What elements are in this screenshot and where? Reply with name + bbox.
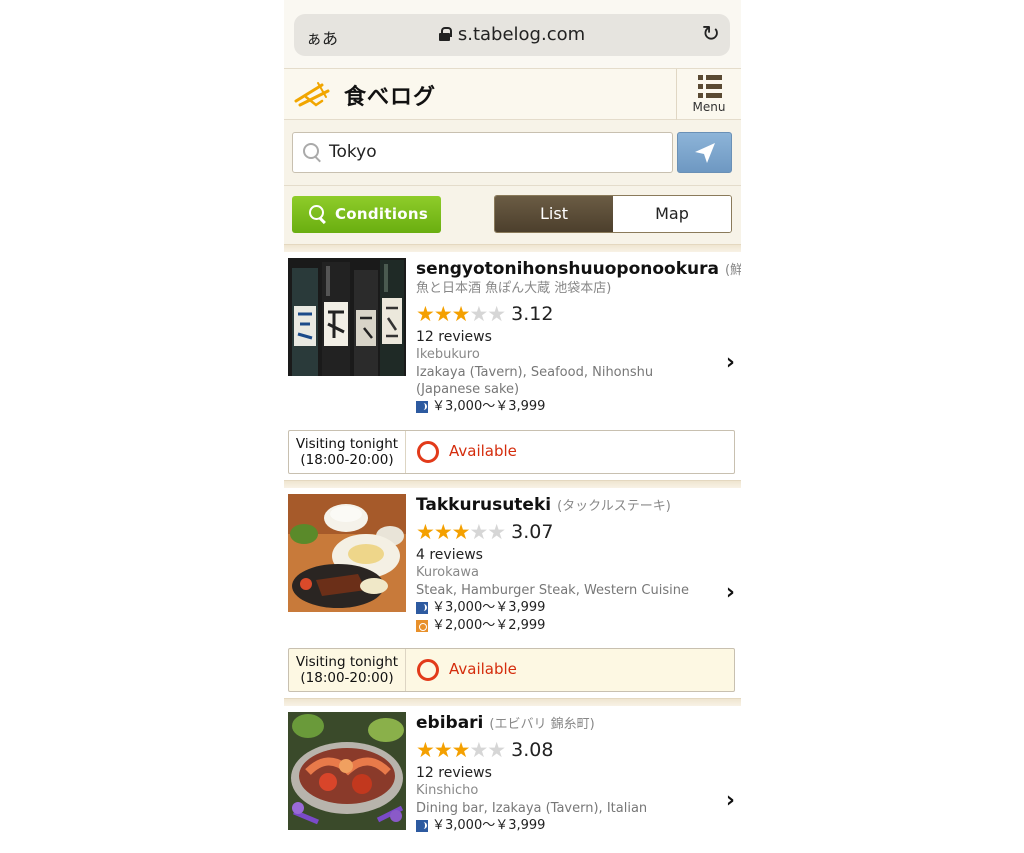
chopsticks-logo-icon [294, 82, 330, 107]
rating-score: 3.12 [511, 303, 554, 325]
lunch-price: ￥2,000～￥2,999 [416, 617, 711, 635]
dinner-price: ￥3,000～￥3,999 [416, 599, 711, 617]
visiting-time: Visiting tonight (18:00-20:00) [289, 431, 406, 473]
restaurant-name-jp: (エビバリ 錦糸町) [489, 717, 595, 732]
restaurant-photo-sake-bottles[interactable] [288, 258, 406, 376]
section-divider [284, 244, 741, 252]
url-display[interactable]: s.tabelog.com [294, 24, 730, 45]
restaurant-info: ebibari (エビバリ 錦糸町) ★★★★★ 3.08 12 reviews … [416, 714, 711, 835]
star-rating: ★★★★★ [416, 520, 506, 544]
restaurant-name[interactable]: Takkurusuteki [416, 495, 551, 515]
search-row: Tokyo [284, 120, 741, 186]
conditions-button[interactable]: Conditions [292, 196, 441, 233]
location-arrow-icon [695, 143, 715, 163]
rating-row: ★★★★★ 3.08 [416, 736, 711, 764]
star-rating: ★★★★★ [416, 302, 506, 326]
list-view-tab[interactable]: List [495, 196, 613, 232]
rating-score: 3.08 [511, 739, 554, 761]
url-text: s.tabelog.com [457, 24, 586, 45]
reload-icon[interactable]: ↻ [702, 22, 720, 47]
restaurant-area: Ikebukuro [416, 347, 480, 362]
app-header: 食べログ Menu [284, 68, 741, 120]
restaurant-name[interactable]: ebibari [416, 713, 483, 733]
dinner-price: ￥3,000～￥3,999 [416, 817, 711, 835]
phone-screen: ぁあ s.tabelog.com ↻ 食べログ Menu Tokyo Condi… [284, 0, 741, 853]
availability-box[interactable]: Visiting tonight (18:00-20:00) Available [288, 648, 735, 692]
review-count: 4 reviews [416, 547, 483, 563]
sun-icon [416, 620, 428, 632]
search-value: Tokyo [329, 142, 377, 162]
restaurant-card[interactable]: sengyotonihonshuuoponookura (鮮魚と日本酒 魚ぽん大蔵… [284, 252, 741, 480]
menu-button[interactable]: Menu [676, 69, 741, 120]
search-icon [309, 205, 327, 223]
tabelog-logo[interactable]: 食べログ [292, 77, 436, 113]
restaurant-genre: Dining bar, Izakaya (Tavern), Italian [416, 801, 648, 816]
restaurant-card[interactable]: Takkurusuteki (タックルステーキ) ★★★★★ 3.07 4 rev… [284, 488, 741, 698]
moon-icon [416, 401, 428, 413]
search-icon [303, 143, 323, 163]
search-input[interactable]: Tokyo [292, 132, 673, 173]
available-circle-icon [417, 441, 439, 463]
visiting-time: Visiting tonight (18:00-20:00) [289, 649, 406, 691]
rating-row: ★★★★★ 3.12 [416, 300, 711, 328]
restaurant-area: Kurokawa [416, 565, 479, 580]
restaurant-photo-seafood-platter[interactable] [288, 712, 406, 830]
section-divider [284, 698, 741, 706]
restaurant-card[interactable]: ebibari (エビバリ 錦糸町) ★★★★★ 3.08 12 reviews … [284, 706, 741, 853]
restaurant-name-jp: (タックルステーキ) [557, 499, 671, 514]
view-toggle: List Map [494, 195, 732, 233]
availability-box[interactable]: Visiting tonight (18:00-20:00) Available [288, 430, 735, 474]
rating-row: ★★★★★ 3.07 [416, 518, 711, 546]
review-count: 12 reviews [416, 329, 492, 345]
chevron-right-icon[interactable]: › [726, 788, 735, 813]
restaurant-name[interactable]: sengyotonihonshuuoponookura [416, 259, 719, 279]
restaurant-info: sengyotonihonshuuoponookura (鮮魚と日本酒 魚ぽん大蔵… [416, 260, 741, 416]
restaurant-photo-steak-plate[interactable] [288, 494, 406, 612]
rating-score: 3.07 [511, 521, 554, 543]
menu-list-icon [698, 75, 722, 99]
availability-status: Available [449, 660, 517, 678]
moon-icon [416, 820, 428, 832]
map-view-tab[interactable]: Map [613, 196, 731, 232]
dinner-price: ￥3,000～￥3,999 [416, 398, 711, 416]
available-circle-icon [417, 659, 439, 681]
filter-row: Conditions List Map [284, 186, 741, 244]
moon-icon [416, 602, 428, 614]
star-rating: ★★★★★ [416, 738, 506, 762]
lock-icon [438, 27, 452, 41]
restaurant-info: Takkurusuteki (タックルステーキ) ★★★★★ 3.07 4 rev… [416, 496, 711, 635]
url-field[interactable]: ぁあ s.tabelog.com ↻ [294, 14, 730, 56]
browser-address-bar: ぁあ s.tabelog.com ↻ [284, 0, 741, 68]
review-count: 12 reviews [416, 765, 492, 781]
availability-status: Available [449, 442, 517, 460]
restaurant-genre: Steak, Hamburger Steak, Western Cuisine [416, 583, 689, 598]
current-location-button[interactable] [677, 132, 732, 173]
chevron-right-icon[interactable]: › [726, 580, 735, 605]
chevron-right-icon[interactable]: › [726, 350, 735, 375]
logo-text: 食べログ [344, 85, 437, 110]
restaurant-genre: Izakaya (Tavern), Seafood, Nihonshu (Jap… [416, 365, 654, 397]
section-divider [284, 480, 741, 488]
menu-label: Menu [692, 100, 726, 114]
restaurant-area: Kinshicho [416, 783, 479, 798]
conditions-label: Conditions [335, 205, 429, 223]
